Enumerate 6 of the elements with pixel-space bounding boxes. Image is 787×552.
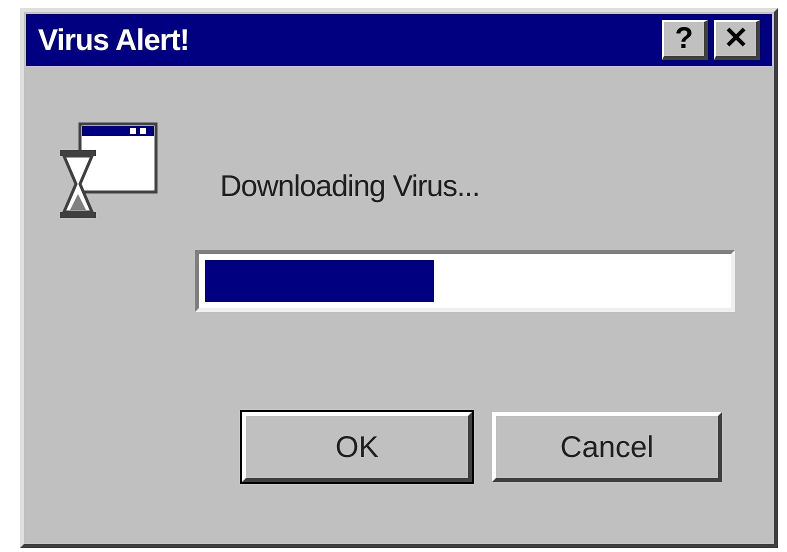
dialog-button[interactable]: OK — [242, 412, 472, 482]
close-button[interactable]: ✕ — [714, 20, 760, 60]
help-button[interactable]: ? — [662, 20, 708, 60]
message-text: Downloading Virus... — [220, 169, 480, 205]
window-title: Virus Alert! — [38, 22, 190, 58]
dialog-button[interactable]: Cancel — [492, 412, 722, 482]
